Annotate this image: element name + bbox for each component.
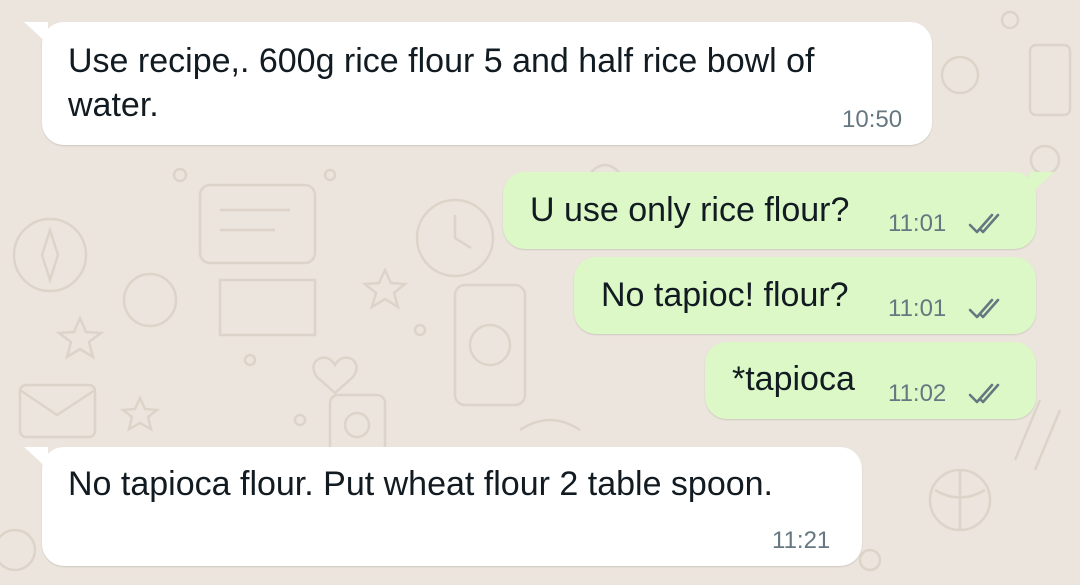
message-time: 10:50	[842, 106, 903, 133]
message-time: 11:02	[888, 380, 947, 407]
message-time: 11:01	[888, 295, 947, 322]
outgoing-message-bubble[interactable]: *tapioca 11:02	[705, 342, 1036, 419]
message-text: No tapioca flour. Put wheat flour 2 tabl…	[68, 465, 774, 503]
incoming-message-bubble[interactable]: No tapioca flour. Put wheat flour 2 tabl…	[24, 447, 862, 566]
message-text: Use recipe,. 600g rice flour 5 and half …	[68, 42, 815, 80]
incoming-message-bubble[interactable]: Use recipe,. 600g rice flour 5 and half …	[24, 22, 932, 145]
message-text: U use only rice flour?	[530, 191, 850, 229]
outgoing-message-bubble[interactable]: No tapioc! flour? 11:01	[574, 257, 1036, 334]
bubble-tail	[24, 447, 48, 469]
bubble-tail	[24, 22, 48, 44]
message-text: water.	[68, 86, 159, 124]
message-time: 11:01	[888, 210, 947, 237]
double-tick-icon	[968, 298, 1000, 319]
message-text: No tapioc! flour?	[601, 276, 849, 314]
bubble-tail	[1030, 172, 1054, 194]
double-tick-icon	[968, 383, 1000, 404]
message-time: 11:21	[772, 527, 831, 554]
message-text: *tapioca	[732, 360, 855, 398]
double-tick-icon	[968, 213, 1000, 234]
outgoing-message-bubble[interactable]: U use only rice flour? 11:01	[503, 172, 1054, 249]
